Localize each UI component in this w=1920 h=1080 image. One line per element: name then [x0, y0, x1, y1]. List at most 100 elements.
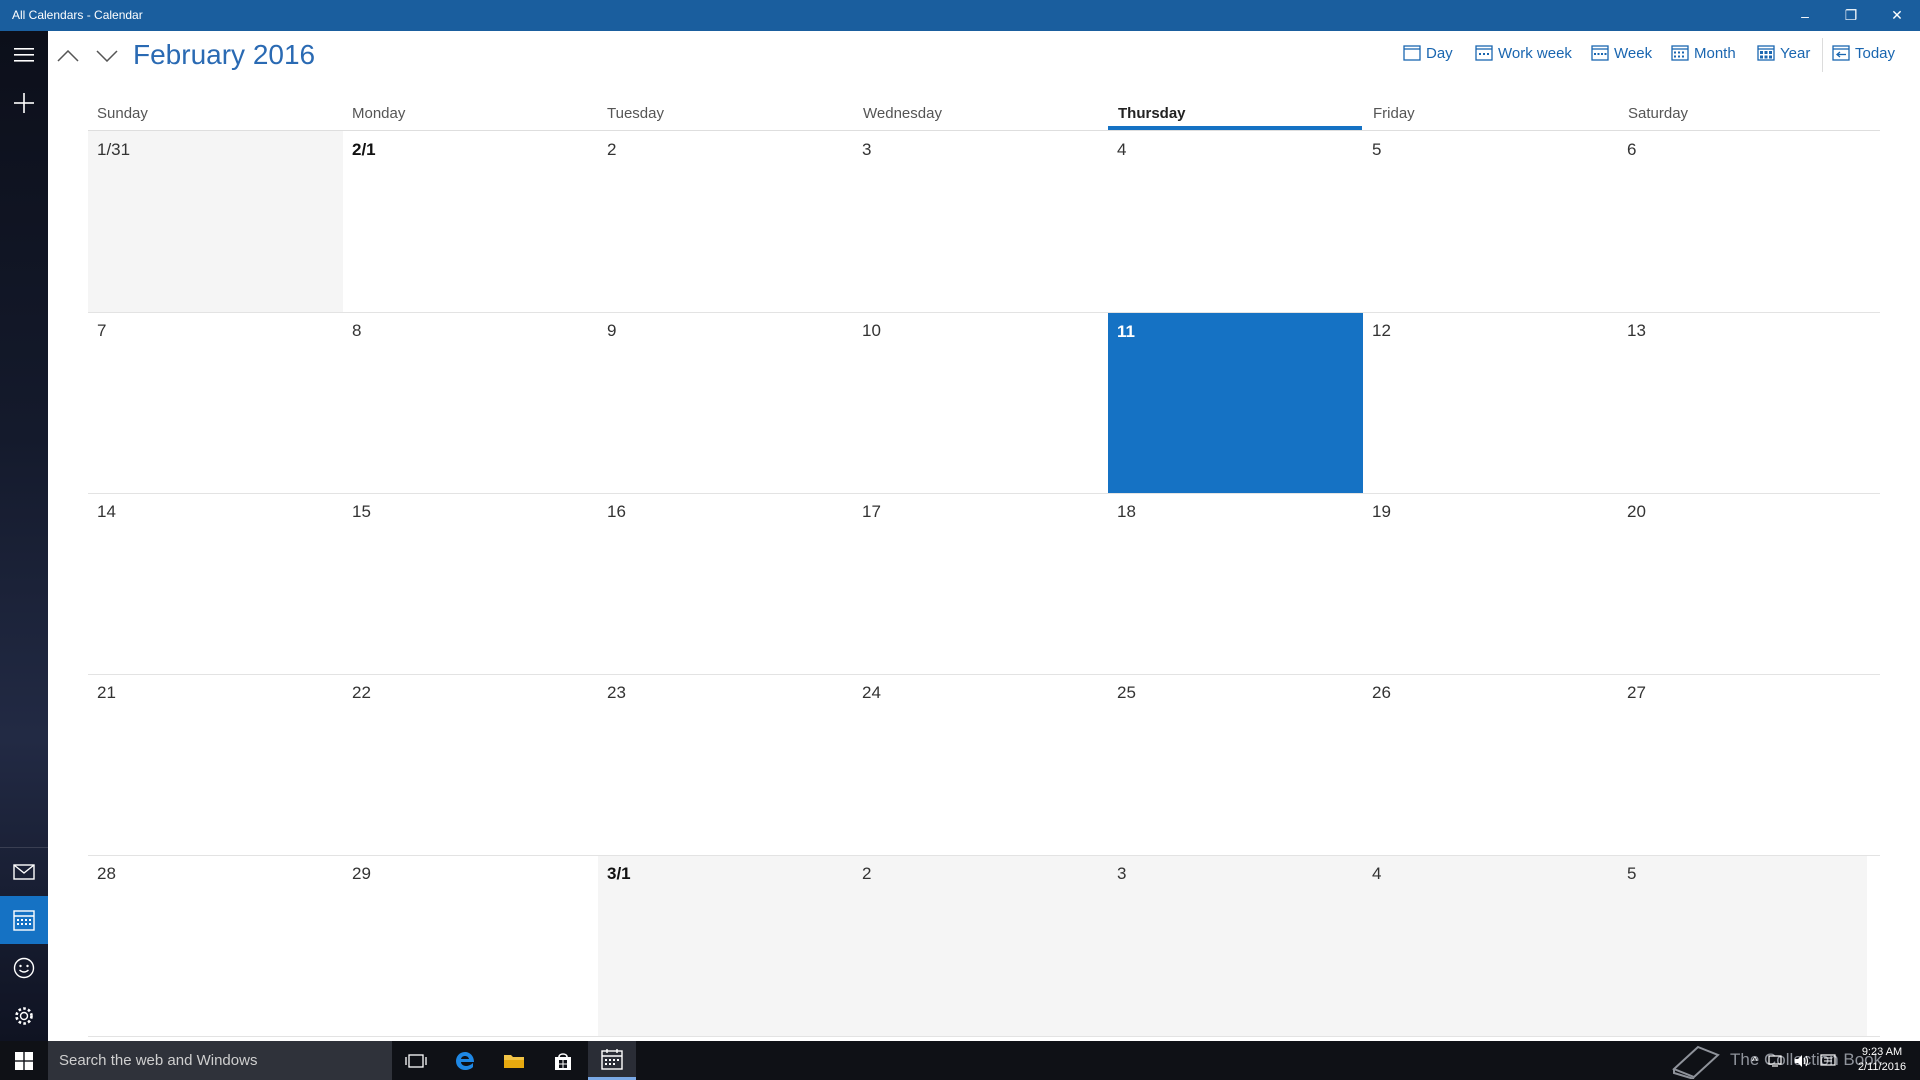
day-cell[interactable]: 19 [1363, 493, 1618, 674]
taskbar-search-box[interactable]: Search the web and Windows [48, 1041, 392, 1080]
clock-date: 2/11/2016 [1857, 1061, 1907, 1073]
day-cell[interactable]: 21 [88, 674, 343, 855]
day-name-thursday: Thursday [1118, 105, 1186, 122]
day-number: 17 [862, 502, 881, 521]
calendar-nav-button[interactable] [0, 896, 48, 944]
settings-button[interactable] [0, 992, 48, 1040]
edge-browser-button[interactable] [441, 1041, 489, 1080]
day-cell[interactable]: 29 [343, 855, 598, 1036]
task-view-icon [405, 1053, 427, 1068]
network-icon[interactable] [1768, 1054, 1784, 1068]
day-cell[interactable]: 7 [88, 312, 343, 493]
calendar-icon [13, 910, 35, 931]
today-column-indicator [1108, 126, 1362, 130]
day-cell[interactable]: 18 [1108, 493, 1363, 674]
day-number: 1/31 [97, 140, 131, 159]
people-button[interactable] [0, 944, 48, 992]
today-button[interactable]: Today [1832, 42, 1895, 64]
view-toolbar-separator [1822, 38, 1823, 72]
day-number: 25 [1117, 683, 1136, 702]
day-cell[interactable]: 2 [598, 131, 853, 312]
day-cell[interactable]: 3 [1108, 855, 1363, 1036]
day-cell[interactable]: 9 [598, 312, 853, 493]
day-number: 20 [1627, 502, 1646, 521]
day-cell[interactable]: 26 [1363, 674, 1618, 855]
title-bar: All Calendars - Calendar – ❐ ✕ [0, 0, 1920, 31]
day-cell[interactable]: 2 [853, 855, 1108, 1036]
week-divider [88, 312, 1880, 313]
day-cell[interactable]: 16 [598, 493, 853, 674]
day-number: 7 [97, 321, 107, 340]
day-view-button[interactable]: Day [1403, 42, 1453, 64]
day-cell[interactable]: 2/1 [343, 131, 598, 312]
week-view-label: Week [1614, 44, 1653, 62]
week-divider [88, 1036, 1880, 1037]
year-view-icon [1757, 45, 1775, 61]
day-number: 19 [1372, 502, 1391, 521]
close-button[interactable]: ✕ [1874, 0, 1920, 31]
day-number: 3/1 [607, 864, 631, 883]
day-name-friday: Friday [1373, 105, 1415, 122]
left-nav-rail [0, 31, 48, 1041]
day-cell[interactable]: 12 [1363, 312, 1618, 493]
restore-button[interactable]: ❐ [1828, 0, 1874, 31]
store-bag-icon [555, 1052, 571, 1070]
day-cell[interactable]: 3/1 [598, 855, 853, 1036]
file-explorer-button[interactable] [490, 1041, 538, 1080]
day-cell[interactable]: 1/31 [88, 131, 343, 312]
day-number: 2 [862, 864, 872, 883]
start-button[interactable] [0, 1041, 48, 1080]
day-cell[interactable]: 4 [1108, 131, 1363, 312]
year-view-button[interactable]: Year [1757, 42, 1810, 64]
store-button[interactable] [539, 1041, 587, 1080]
day-cell[interactable]: 10 [853, 312, 1108, 493]
task-view-button[interactable] [392, 1041, 440, 1080]
day-cell[interactable]: 6 [1618, 131, 1873, 312]
mail-button[interactable] [0, 848, 48, 896]
today-cell[interactable]: 11 [1108, 313, 1363, 494]
volume-icon[interactable] [1794, 1054, 1810, 1068]
day-number: 10 [862, 321, 881, 340]
day-number: 5 [1627, 864, 1637, 883]
day-cell[interactable]: 20 [1618, 493, 1873, 674]
work-week-view-label: Work week [1498, 44, 1572, 62]
next-month-button[interactable] [92, 41, 122, 71]
day-cell[interactable]: 25 [1108, 674, 1363, 855]
day-cell[interactable]: 24 [853, 674, 1108, 855]
day-number: 28 [97, 864, 116, 883]
taskbar-clock[interactable]: 9:23 AM 2/11/2016 [1852, 1045, 1912, 1075]
day-cell[interactable]: 17 [853, 493, 1108, 674]
day-number: 15 [352, 502, 371, 521]
day-name-monday: Monday [352, 105, 406, 122]
chevron-up-icon [57, 50, 79, 62]
clock-time: 9:23 AM [1861, 1046, 1903, 1058]
minimize-button[interactable]: – [1782, 0, 1828, 31]
month-title[interactable]: February 2016 [133, 39, 315, 71]
calendar-app-button[interactable] [588, 1041, 636, 1080]
day-cell[interactable]: 3 [853, 131, 1108, 312]
day-number: 18 [1117, 502, 1136, 521]
day-cell[interactable]: 28 [88, 855, 343, 1036]
day-cell[interactable]: 5 [1363, 131, 1618, 312]
week-view-button[interactable]: Week [1591, 42, 1652, 64]
day-cell[interactable]: 15 [343, 493, 598, 674]
hamburger-menu-button[interactable] [0, 31, 48, 79]
action-center-icon[interactable] [1820, 1053, 1836, 1068]
day-cell[interactable]: 8 [343, 312, 598, 493]
work-week-view-button[interactable]: Work week [1475, 42, 1572, 64]
day-cell[interactable]: 5 [1618, 855, 1867, 1036]
work-week-view-icon [1475, 45, 1493, 61]
previous-month-button[interactable] [53, 41, 83, 71]
day-cell[interactable]: 27 [1618, 674, 1873, 855]
day-cell[interactable]: 22 [343, 674, 598, 855]
show-hidden-icons-icon[interactable]: ^ [1752, 1054, 1758, 1068]
day-cell[interactable]: 4 [1363, 855, 1618, 1036]
year-view-label: Year [1780, 44, 1811, 62]
day-cell[interactable]: 23 [598, 674, 853, 855]
month-view-button[interactable]: Month [1671, 42, 1736, 64]
day-cell[interactable]: 14 [88, 493, 343, 674]
plus-icon [14, 93, 34, 113]
day-cell[interactable]: 13 [1618, 312, 1873, 493]
new-event-button[interactable] [0, 79, 48, 127]
calendar-app-icon [601, 1049, 623, 1070]
